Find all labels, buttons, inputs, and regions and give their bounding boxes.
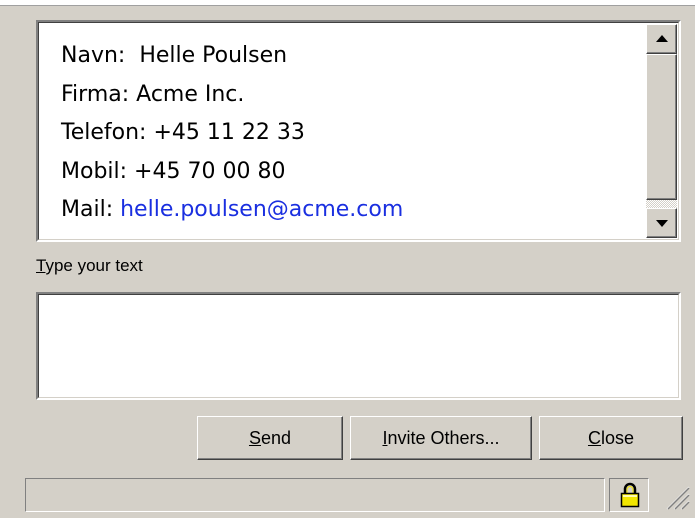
send-label: end: [260, 427, 292, 448]
scroll-down-button[interactable]: [646, 208, 677, 238]
close-label: lose: [600, 427, 635, 448]
chat-window: Navn: Helle Poulsen Firma: Acme Inc. Tel…: [0, 0, 695, 518]
contact-label-mail: Mail:: [61, 197, 114, 222]
close-mnemonic: C: [587, 427, 601, 448]
scroll-up-button[interactable]: [646, 24, 677, 54]
contact-value-phone: +45 11 22 33: [153, 120, 305, 145]
contact-label-mobile: Mobil:: [61, 158, 128, 184]
resize-grip-icon[interactable]: [664, 484, 690, 510]
scroll-thumb[interactable]: [646, 54, 677, 200]
vertical-scrollbar[interactable]: [646, 24, 677, 238]
message-input-frame: [36, 292, 681, 400]
transcript-frame: Navn: Helle Poulsen Firma: Acme Inc. Tel…: [36, 20, 681, 242]
contact-line-mobile: Mobil: +45 70 00 80: [61, 153, 403, 192]
invite-others-button[interactable]: Invite Others...: [350, 416, 532, 460]
message-input[interactable]: [39, 295, 678, 397]
scroll-down-icon: [656, 220, 668, 227]
send-button[interactable]: Send: [197, 416, 343, 460]
contact-label-name: Navn:: [61, 43, 126, 68]
lock-icon: [620, 482, 640, 508]
message-input-pane: [38, 294, 679, 398]
contact-label-phone: Telefon:: [61, 120, 147, 145]
contact-card: Navn: Helle Poulsen Firma: Acme Inc. Tel…: [61, 37, 403, 230]
scroll-track[interactable]: [646, 200, 677, 208]
top-strip: [0, 0, 695, 6]
contact-line-company: Firma: Acme Inc.: [61, 76, 403, 115]
contact-value-mobile: +45 70 00 80: [134, 158, 286, 184]
scroll-up-icon: [656, 35, 668, 42]
email-link[interactable]: helle.poulsen@acme.com: [120, 197, 403, 222]
status-bar-field: [25, 478, 605, 512]
status-lock-pane: [609, 478, 649, 512]
send-mnemonic: S: [248, 427, 261, 448]
type-label-rest: ype your text: [45, 256, 143, 275]
contact-label-company: Firma:: [61, 81, 130, 107]
type-your-text-label: Type your text: [36, 256, 143, 276]
close-button[interactable]: Close: [539, 416, 683, 460]
contact-line-phone: Telefon: +45 11 22 33: [61, 114, 403, 153]
transcript-pane[interactable]: Navn: Helle Poulsen Firma: Acme Inc. Tel…: [38, 22, 679, 240]
contact-value-company: Acme Inc.: [136, 81, 245, 107]
contact-value-name: Helle Poulsen: [139, 43, 288, 68]
contact-line-name: Navn: Helle Poulsen: [61, 37, 403, 76]
invite-label: nvite Others...: [387, 427, 500, 448]
contact-line-mail: Mail: helle.poulsen@acme.com: [61, 191, 403, 230]
